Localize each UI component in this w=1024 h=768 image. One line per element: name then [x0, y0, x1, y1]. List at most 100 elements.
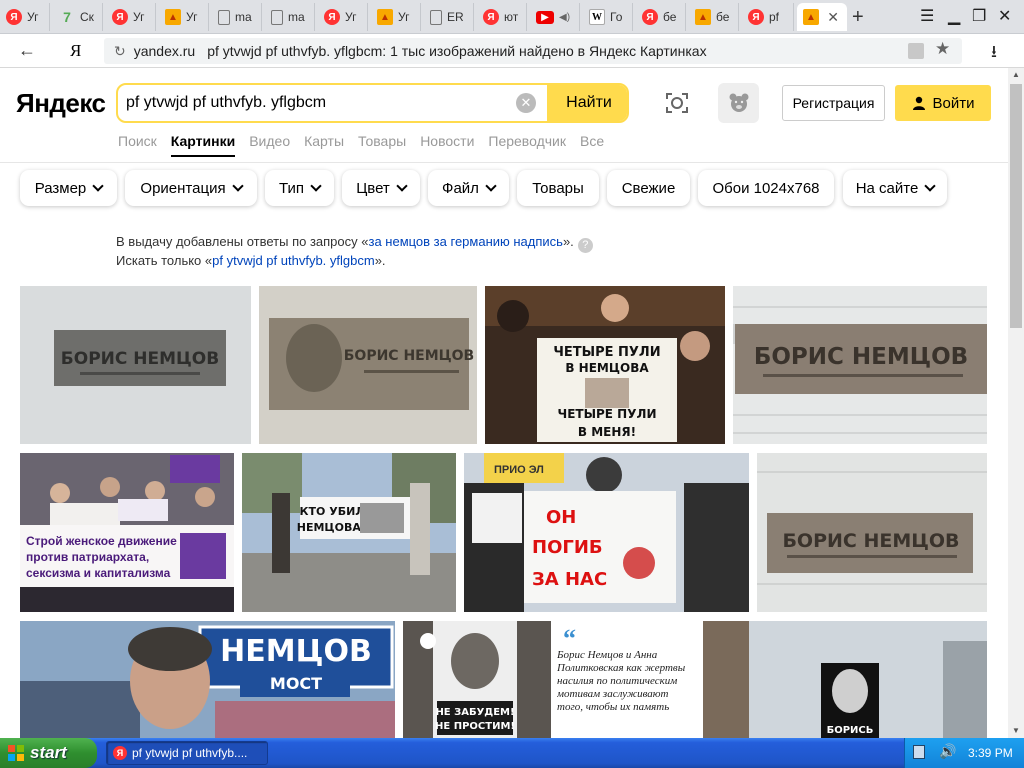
- image-result[interactable]: Строй женское движение против патриархат…: [20, 453, 234, 612]
- user-icon: [912, 96, 925, 110]
- browser-tab[interactable]: Я Уг: [0, 3, 50, 31]
- scroll-down-arrow-icon[interactable]: ▼: [1011, 726, 1021, 735]
- download-icon[interactable]: ⭳: [991, 39, 997, 68]
- bookmark-star-icon[interactable]: ★: [935, 39, 950, 59]
- image-result[interactable]: ЧЕТЫРЕ ПУЛИ В НЕМЦОВА ЧЕТЫРЕ ПУЛИ В МЕНЯ…: [485, 286, 725, 444]
- menu-icon[interactable]: ☰: [920, 6, 934, 26]
- tab-label: Уг: [186, 10, 198, 24]
- chevron-down-icon: [310, 180, 322, 192]
- service-search[interactable]: Поиск: [118, 133, 157, 157]
- image-result[interactable]: НЕМЦОВ МОСТ: [20, 621, 395, 738]
- minimize-icon[interactable]: ▁: [948, 6, 960, 26]
- filter-orientation[interactable]: Ориентация: [125, 170, 257, 206]
- service-goods[interactable]: Товары: [358, 133, 406, 157]
- browser-tab-active[interactable]: ▲ ✕: [797, 3, 847, 31]
- plaque-text: БОРИС НЕМЦОВ: [61, 349, 219, 369]
- browser-tab[interactable]: Яют: [477, 3, 527, 31]
- filter-size[interactable]: Размер: [20, 170, 117, 206]
- register-button[interactable]: Регистрация: [782, 85, 885, 121]
- close-window-icon[interactable]: ✕: [998, 6, 1011, 26]
- filter-color[interactable]: Цвет: [342, 170, 420, 206]
- tab-label: ma: [288, 10, 305, 24]
- image-result[interactable]: БОРИС НЕМЦОВ: [20, 286, 251, 444]
- browser-tab[interactable]: W Го: [583, 3, 633, 31]
- restore-icon[interactable]: ❐: [972, 6, 986, 26]
- header-divider: [0, 162, 1008, 163]
- filter-goods[interactable]: Товары: [517, 170, 599, 206]
- browser-tab[interactable]: 7 Ск: [53, 3, 103, 31]
- sign-text: НЕМЦОВА?: [297, 521, 368, 534]
- chevron-down-icon: [396, 180, 408, 192]
- service-news[interactable]: Новости: [420, 133, 474, 157]
- browser-tab[interactable]: Я Уг: [106, 3, 156, 31]
- chevron-down-icon: [924, 180, 936, 192]
- start-button[interactable]: start: [0, 738, 97, 768]
- alice-bear-icon[interactable]: [718, 83, 759, 123]
- image-result[interactable]: БОРИС НЕМЦОВ: [757, 453, 987, 612]
- browser-tab[interactable]: ▲ Уг: [371, 3, 421, 31]
- browser-tab[interactable]: ▲ бе: [689, 3, 739, 31]
- taskbar-window-button[interactable]: Я pf ytvwjd pf uthvfyb....: [106, 741, 268, 765]
- yandex-browser-icon[interactable]: Я: [70, 41, 81, 61]
- image-result[interactable]: БОРИСЬ: [703, 621, 987, 738]
- browser-tab[interactable]: ▲ Уг: [159, 3, 209, 31]
- new-tab-icon[interactable]: +: [852, 6, 864, 29]
- original-query-link[interactable]: pf ytvwjd pf uthvfyb. yflgbcm: [212, 253, 375, 268]
- image-result[interactable]: БОРИС НЕМЦОВ: [733, 286, 987, 444]
- login-button[interactable]: Войти: [895, 85, 991, 121]
- filter-wallpaper[interactable]: Обои 1024x768: [698, 170, 834, 206]
- protect-icon[interactable]: [908, 43, 924, 59]
- service-images[interactable]: Картинки: [170, 133, 236, 157]
- tab-label: ER: [447, 10, 464, 24]
- seven-icon: 7: [63, 9, 71, 25]
- browser-tab[interactable]: ma: [265, 3, 315, 31]
- tab-label: Го: [610, 10, 623, 24]
- yandex-logo[interactable]: Яндекс: [16, 88, 106, 119]
- service-translate[interactable]: Переводчик: [488, 133, 566, 157]
- quote-text: Борис Немцов и Анна Политковская как жер…: [557, 649, 686, 713]
- start-label: start: [30, 743, 67, 762]
- image-result[interactable]: КТО УБИЛ НЕМЦОВА?: [242, 453, 456, 612]
- service-maps[interactable]: Карты: [304, 133, 344, 157]
- sign-text: ПРИО ЭЛ: [494, 464, 544, 476]
- document-icon: [271, 9, 283, 25]
- filter-type[interactable]: Тип: [265, 170, 334, 206]
- clear-search-icon[interactable]: ✕: [516, 93, 536, 113]
- tab-label: Уг: [345, 10, 357, 24]
- windows-logo-icon: [8, 745, 24, 761]
- help-icon[interactable]: ?: [577, 238, 593, 253]
- yandex-icon: Я: [483, 9, 499, 25]
- close-tab-icon[interactable]: ✕: [827, 9, 839, 26]
- service-all[interactable]: Все: [580, 133, 604, 157]
- browser-tab[interactable]: ER: [424, 3, 474, 31]
- volume-icon[interactable]: 🔊: [939, 743, 956, 760]
- service-video[interactable]: Видео: [249, 133, 290, 157]
- image-result[interactable]: НЕ ЗАБУДЕМ! НЕ ПРОСТИМ! “ Борис Немцов и…: [403, 621, 695, 738]
- image-result[interactable]: БОРИС НЕМЦОВ: [259, 286, 477, 444]
- images-icon: ▲: [377, 9, 393, 25]
- search-button[interactable]: Найти: [547, 85, 627, 121]
- browser-tab[interactable]: ma: [212, 3, 262, 31]
- address-field[interactable]: ↻ yandex.ru pf ytvwjd pf uthvfyb. yflgbc…: [104, 38, 962, 64]
- scrollbar-thumb[interactable]: [1010, 84, 1022, 328]
- browser-tab[interactable]: Яpf: [742, 3, 794, 31]
- browser-tab[interactable]: Я Уг: [318, 3, 368, 31]
- yandex-icon: Я: [112, 9, 128, 25]
- filter-on-site[interactable]: На сайте: [843, 170, 947, 206]
- taskbar-window-label: pf ytvwjd pf uthvfyb....: [132, 746, 248, 760]
- back-arrow-icon[interactable]: ←: [18, 40, 36, 61]
- filter-file[interactable]: Файл: [428, 170, 509, 206]
- network-icon[interactable]: [913, 745, 925, 759]
- image-search-icon[interactable]: [664, 90, 690, 116]
- alt-query-link[interactable]: за немцов за германию надпись: [368, 234, 562, 249]
- reload-icon[interactable]: ↻: [114, 43, 126, 60]
- search-input[interactable]: [126, 92, 516, 114]
- scroll-up-arrow-icon[interactable]: ▲: [1011, 70, 1021, 79]
- banner-text: Строй женское движение: [26, 534, 177, 548]
- image-result[interactable]: ПРИО ЭЛ ОН ПОГИБ ЗА НАС: [464, 453, 749, 612]
- query-notice: В выдачу добавлены ответы по запросу «за…: [116, 234, 593, 269]
- browser-tab[interactable]: ▶ ◀): [530, 3, 580, 31]
- filter-fresh[interactable]: Свежие: [607, 170, 690, 206]
- browser-tab[interactable]: Ябе: [636, 3, 686, 31]
- services-nav: Поиск Картинки Видео Карты Товары Новост…: [118, 133, 604, 157]
